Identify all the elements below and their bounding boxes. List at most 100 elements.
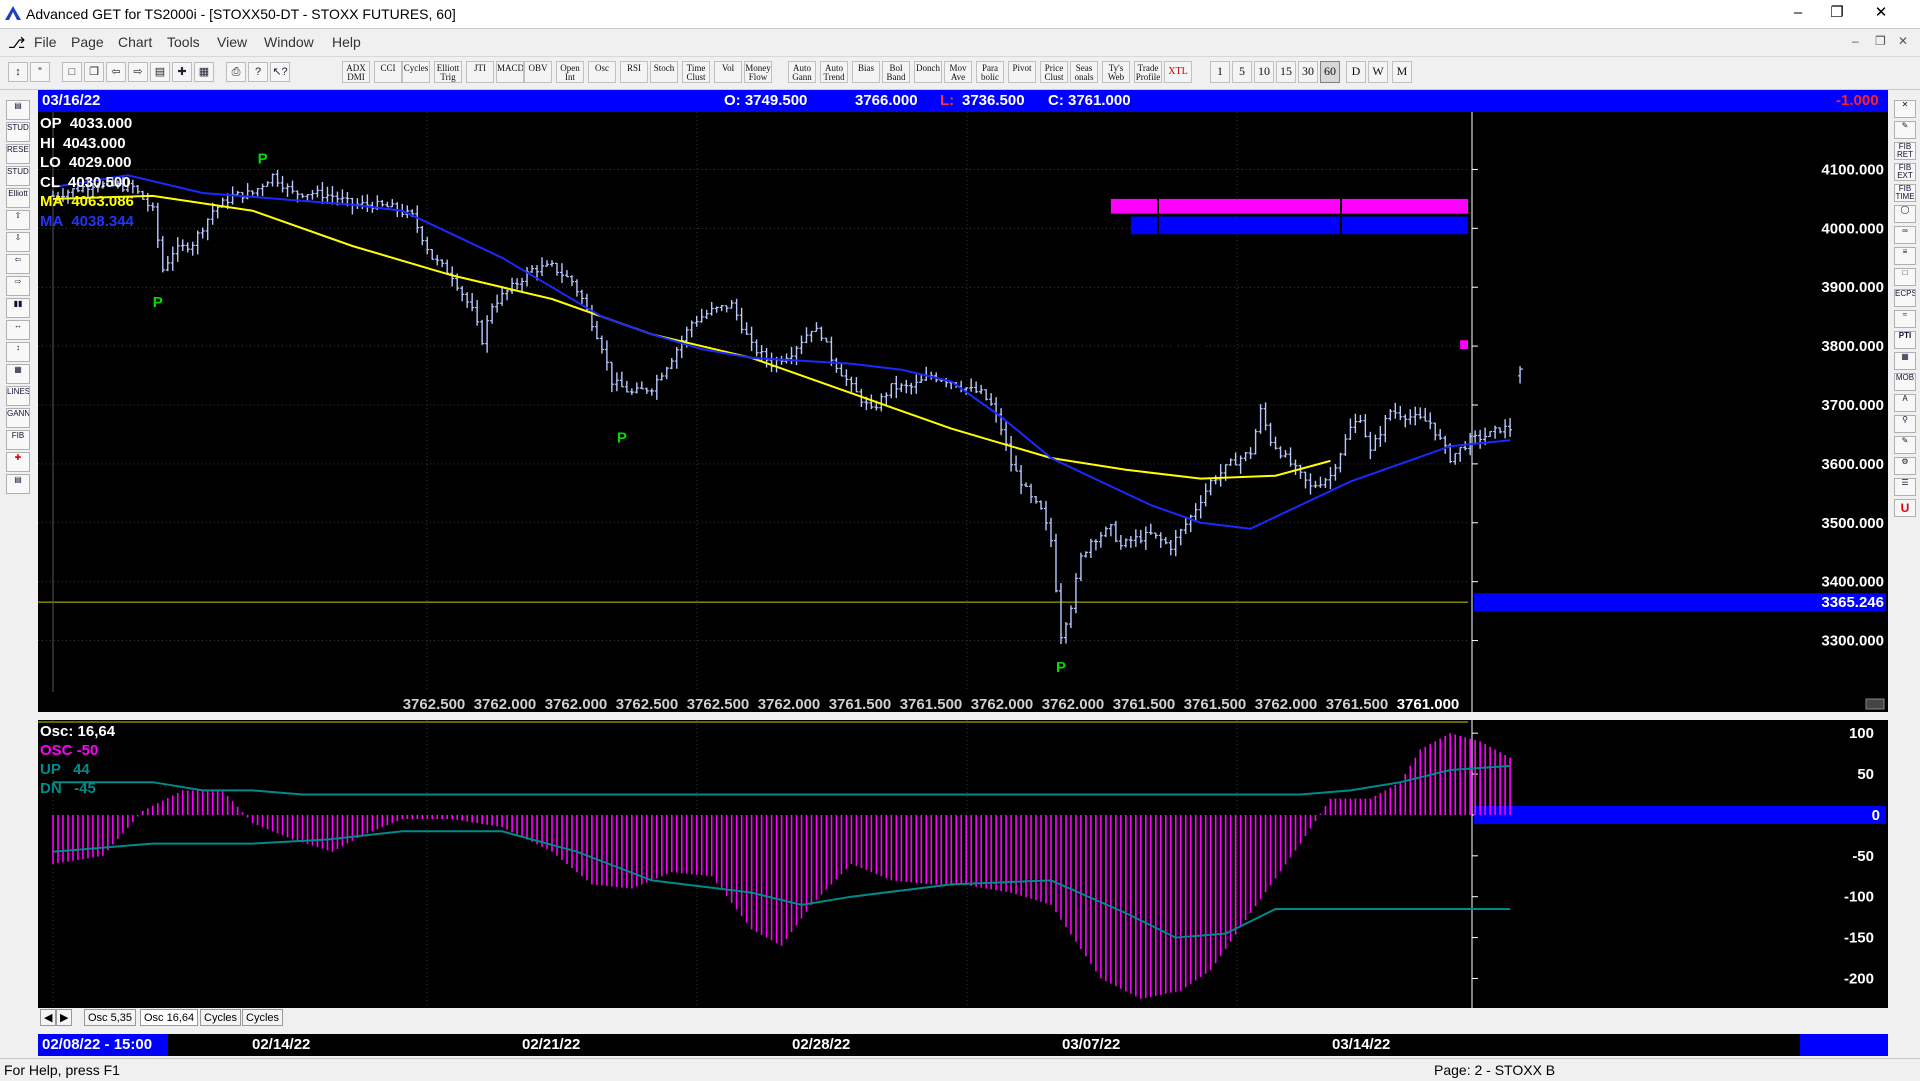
study-button-xtl[interactable]: XTL <box>1164 61 1192 83</box>
tab-cycles-1[interactable]: Cycles <box>200 1009 242 1026</box>
price-chart[interactable]: 4100.000 4000.000 3900.000 3800.000 3700.000… <box>38 112 1888 712</box>
arrow-up-icon[interactable]: ⇧ <box>6 210 30 230</box>
menu-chart[interactable]: Chart <box>118 34 152 50</box>
study-button-money-flow[interactable]: Money Flow <box>744 61 772 83</box>
help-icon[interactable]: ? <box>248 62 268 82</box>
reset-icon[interactable]: RESET <box>6 144 30 164</box>
study-button-cci[interactable]: CCI <box>374 61 402 83</box>
study-button-macd[interactable]: MACD <box>496 61 524 83</box>
fib-icon[interactable]: FIB <box>6 430 30 450</box>
context-help-icon[interactable]: ↖? <box>270 62 290 82</box>
pencil-icon[interactable]: ✎ <box>1894 121 1916 139</box>
study-button-seas-onals[interactable]: Seas onals <box>1070 61 1098 83</box>
menu-view[interactable]: View <box>217 34 247 50</box>
new-page-icon[interactable]: □ <box>62 62 82 82</box>
mdi-restore-button[interactable]: ❐ <box>1875 34 1886 48</box>
wave-icon[interactable]: ≈ <box>1894 310 1916 328</box>
document-icon[interactable]: ⎇ <box>8 34 25 52</box>
lines-icon[interactable]: LINES <box>6 386 30 406</box>
pti-icon[interactable]: PTI <box>1894 331 1916 349</box>
study-button-vol[interactable]: Vol <box>714 61 742 83</box>
interval-button-5[interactable]: 5 <box>1232 61 1252 83</box>
study-button-time-clust[interactable]: Time Clust <box>682 61 710 83</box>
pointer-icon[interactable]: ↕ <box>8 62 28 82</box>
gann-icon[interactable]: GANN <box>6 408 30 428</box>
ecps-icon[interactable]: ECPS <box>1894 289 1916 307</box>
study-button-mov-ave[interactable]: Mov Ave <box>944 61 972 83</box>
study-button-stoch[interactable]: Stoch <box>650 61 678 83</box>
list-icon[interactable]: ☰ <box>1894 478 1916 496</box>
study-button-donch[interactable]: Donch <box>914 61 942 83</box>
interval-button-30[interactable]: 30 <box>1298 61 1318 83</box>
back-icon[interactable]: ⇦ <box>106 62 126 82</box>
compress-icon[interactable]: ↕ <box>6 342 30 362</box>
fib-ext-icon[interactable]: FIB EXT <box>1894 163 1916 181</box>
paint-icon[interactable]: ✎ <box>1894 436 1916 454</box>
tab-scroll-left[interactable]: ◀ <box>40 1009 57 1026</box>
u-icon[interactable]: U <box>1894 499 1916 517</box>
text-icon[interactable]: A <box>1894 394 1916 412</box>
chart-window-icon[interactable]: ▤ <box>150 62 170 82</box>
grid-icon[interactable]: ▦ <box>6 364 30 384</box>
menu-tools[interactable]: Tools <box>167 34 200 50</box>
interval-button-1[interactable]: 1 <box>1210 61 1230 83</box>
study-button-pivot[interactable]: Pivot <box>1008 61 1036 83</box>
interval-button-15[interactable]: 15 <box>1276 61 1296 83</box>
mdi-close-button[interactable]: ✕ <box>1898 34 1908 48</box>
close-x-icon[interactable]: ✕ <box>1894 100 1916 118</box>
new-chart-icon[interactable]: ▤ <box>6 100 30 120</box>
close-button[interactable]: ✕ <box>1862 0 1900 26</box>
properties-icon[interactable]: ▤ <box>6 474 30 494</box>
study-button-trade-profile[interactable]: Trade Profile <box>1134 61 1162 83</box>
study-button-elliott-trig[interactable]: Elliott Trig <box>434 61 462 83</box>
price-chart-svg[interactable]: 4100.000 4000.000 3900.000 3800.000 3700.000… <box>38 112 1888 712</box>
quote-icon[interactable]: ” <box>30 62 50 82</box>
tab-osc-5-35[interactable]: Osc 5,35 <box>84 1009 137 1026</box>
study-button-auto-gann[interactable]: Auto Gann <box>788 61 816 83</box>
gear-icon[interactable]: ⚙ <box>1894 457 1916 475</box>
copy-icon[interactable]: ❐ <box>84 62 104 82</box>
oscillator-panel[interactable]: 100 50 0 -50 -100 -150 -200 Osc: 16,64 OSC -50 U… <box>38 720 1888 1008</box>
table-icon[interactable]: ▦ <box>1894 352 1916 370</box>
study-button-auto-trend[interactable]: Auto Trend <box>820 61 848 83</box>
elliott-icon[interactable]: Elliott <box>6 188 30 208</box>
study-button-para-bolic[interactable]: Para bolic <box>976 61 1004 83</box>
study-button-ty-s-web[interactable]: Ty's Web <box>1102 61 1130 83</box>
crosshair-icon[interactable]: ✚ <box>172 62 192 82</box>
arrow-down-icon[interactable]: ⇩ <box>6 232 30 252</box>
tab-scroll-right[interactable]: ▶ <box>56 1009 73 1026</box>
print-icon[interactable]: ⎙ <box>226 62 246 82</box>
mob-icon[interactable]: MOB <box>1894 373 1916 391</box>
forward-icon[interactable]: ⇨ <box>128 62 148 82</box>
fan-icon[interactable]: ∞ <box>1894 226 1916 244</box>
expand-icon[interactable]: ↔ <box>6 320 30 340</box>
interval-button-d[interactable]: D <box>1346 61 1366 83</box>
study-button-bol-band[interactable]: Bol Band <box>882 61 910 83</box>
panel-divider[interactable] <box>38 712 1888 720</box>
study-button-osc[interactable]: Osc <box>588 61 616 83</box>
box-icon[interactable]: □ <box>1894 268 1916 286</box>
study-button-cycles[interactable]: Cycles <box>402 61 430 83</box>
layout-icon[interactable]: ▦ <box>194 62 214 82</box>
bars-icon[interactable]: ▮▮ <box>6 298 30 318</box>
tab-cycles-2[interactable]: Cycles <box>242 1009 284 1026</box>
oscillator-svg[interactable]: 100 50 0 -50 -100 -150 -200 <box>38 720 1888 1008</box>
maximize-button[interactable]: ❐ <box>1818 0 1856 26</box>
minimize-button[interactable]: – <box>1779 0 1817 26</box>
menu-page[interactable]: Page <box>71 34 104 50</box>
menu-help[interactable]: Help <box>332 34 361 50</box>
study-button-jti[interactable]: JTI <box>466 61 494 83</box>
arrow-left-icon[interactable]: ⇦ <box>6 254 30 274</box>
studies-icon[interactable]: STUDY <box>6 122 30 142</box>
menu-window[interactable]: Window <box>264 34 314 50</box>
study-button-price-clust[interactable]: Price Clust <box>1040 61 1068 83</box>
fib-ret-icon[interactable]: FIB RET <box>1894 142 1916 160</box>
study-button-open-int[interactable]: Open Int <box>556 61 584 83</box>
study-button-obv[interactable]: OBV <box>524 61 552 83</box>
plus-icon[interactable]: ✚ <box>6 452 30 472</box>
study-icon[interactable]: STUDY <box>6 166 30 186</box>
tab-osc-16-64[interactable]: Osc 16,64 <box>140 1009 199 1026</box>
study-button-bias[interactable]: Bias <box>852 61 880 83</box>
interval-button-10[interactable]: 10 <box>1254 61 1274 83</box>
interval-button-m[interactable]: M <box>1392 61 1412 83</box>
